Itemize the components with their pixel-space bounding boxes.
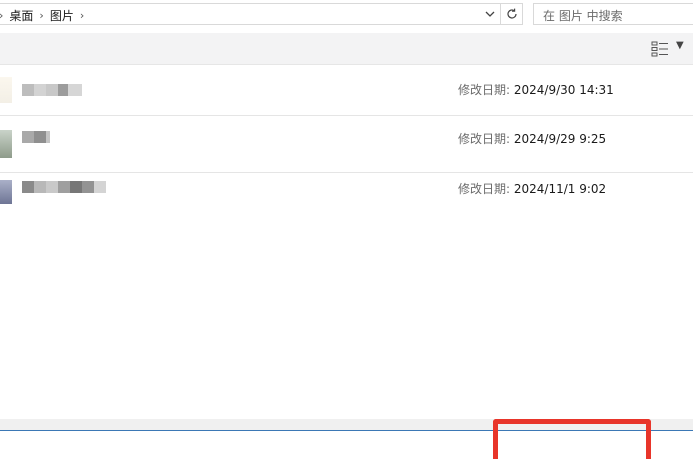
file-list-item[interactable]: 修改日期: 2024/11/1 9:02 bbox=[0, 172, 693, 222]
search-input[interactable]: 在 图片 中搜索 bbox=[533, 3, 693, 25]
breadcrumb-item-pictures[interactable]: 图片 bbox=[50, 7, 74, 24]
view-options-dropdown-icon[interactable]: ▼ bbox=[676, 40, 684, 51]
address-bar-row: › 桌面 › 图片 › 在 图片 中搜索 bbox=[0, 0, 693, 30]
details-view-icon[interactable] bbox=[651, 41, 669, 57]
modified-date-value: 2024/9/30 14:31 bbox=[513, 83, 614, 97]
modified-date-value: 2024/9/29 9:25 bbox=[513, 132, 607, 146]
refresh-icon bbox=[507, 8, 517, 19]
modified-date-label: 修改日期: bbox=[458, 83, 511, 97]
breadcrumb: › 桌面 › 图片 › bbox=[0, 4, 90, 26]
search-placeholder: 在 图片 中搜索 bbox=[543, 9, 623, 23]
file-name-redacted bbox=[22, 84, 82, 96]
address-history-dropdown-button[interactable] bbox=[480, 4, 500, 24]
file-modified-date: 修改日期: 2024/11/1 9:02 bbox=[458, 180, 606, 197]
file-name-redacted bbox=[22, 181, 106, 193]
modified-date-value: 2024/11/1 9:02 bbox=[513, 182, 607, 196]
file-thumbnail bbox=[0, 77, 12, 103]
breadcrumb-chevron-icon[interactable]: › bbox=[39, 9, 43, 22]
highlight-box bbox=[493, 419, 651, 459]
file-thumbnail bbox=[0, 130, 12, 158]
view-toolbar: ▼ bbox=[0, 33, 693, 65]
file-modified-date: 修改日期: 2024/9/30 14:31 bbox=[458, 81, 614, 98]
modified-date-label: 修改日期: bbox=[458, 182, 511, 196]
refresh-button[interactable] bbox=[500, 4, 523, 24]
breadcrumb-chevron-icon[interactable]: › bbox=[0, 9, 3, 22]
file-list-item[interactable]: 修改日期: 2024/9/29 9:25 bbox=[0, 122, 693, 173]
breadcrumb-item-desktop[interactable]: 桌面 bbox=[9, 7, 33, 24]
breadcrumb-chevron-icon[interactable]: › bbox=[80, 9, 84, 22]
address-bar[interactable]: › 桌面 › 图片 › bbox=[0, 3, 523, 25]
modified-date-label: 修改日期: bbox=[458, 132, 511, 146]
file-name-redacted bbox=[22, 131, 50, 143]
file-list-item[interactable]: 修改日期: 2024/9/30 14:31 bbox=[0, 65, 693, 116]
file-thumbnail bbox=[0, 180, 12, 204]
chevron-down-icon bbox=[485, 11, 495, 17]
file-modified-date: 修改日期: 2024/9/29 9:25 bbox=[458, 130, 606, 147]
